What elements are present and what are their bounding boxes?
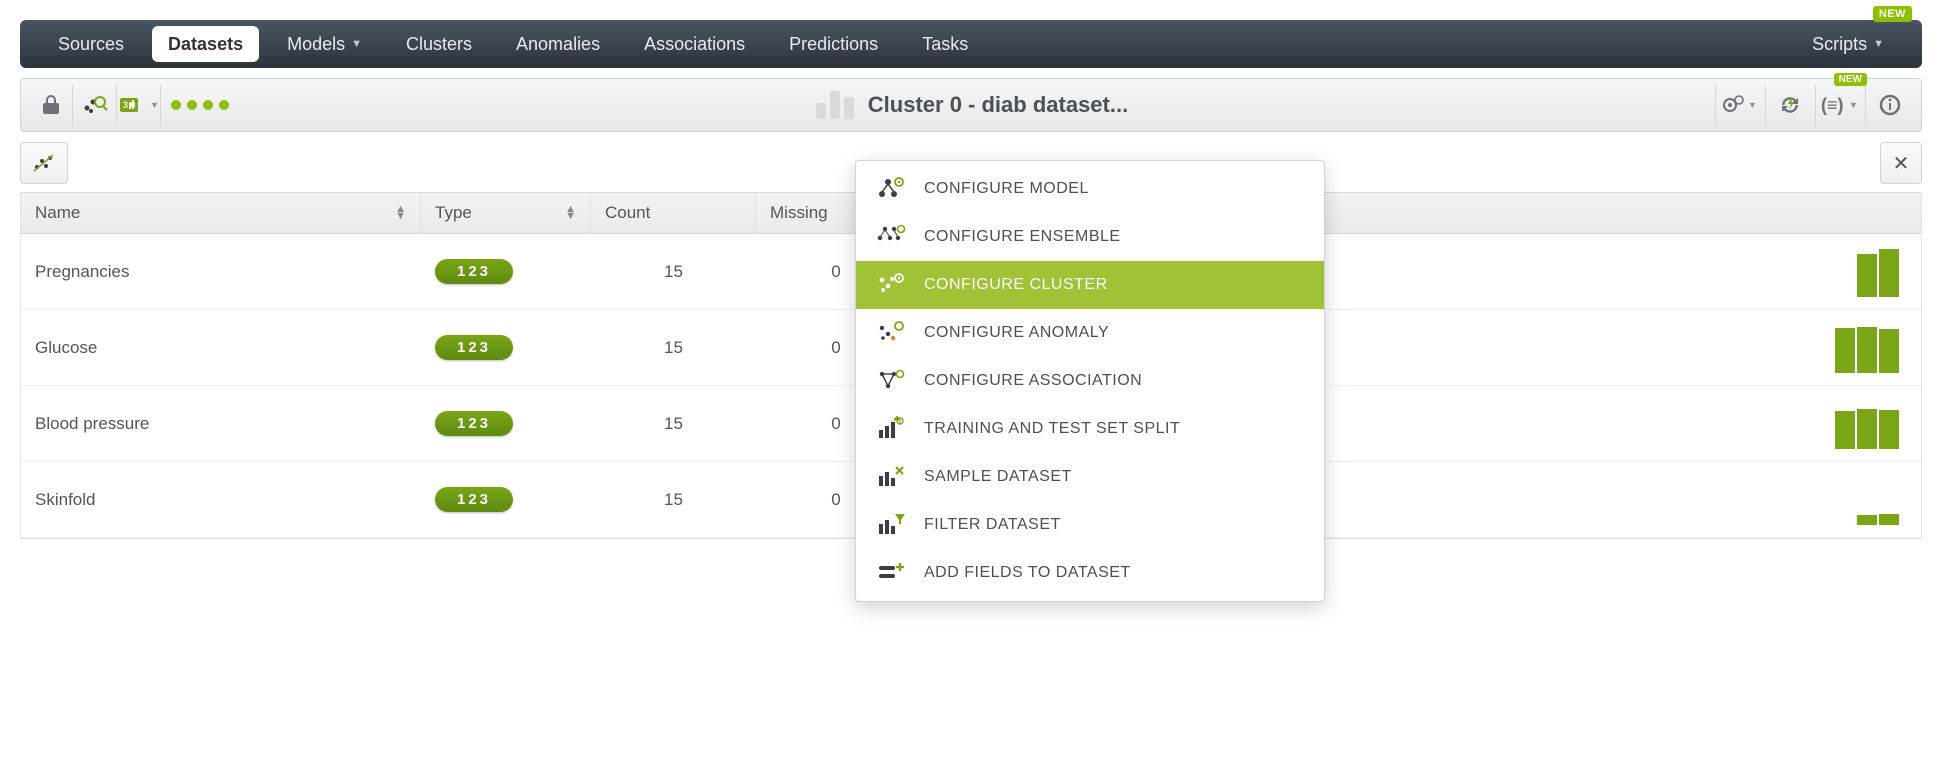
histogram-icon xyxy=(816,91,854,119)
configure-dropdown: CONFIGURE MODEL CONFIGURE ENSEMBLE CONFI… xyxy=(855,160,1325,602)
nav-tasks[interactable]: Tasks xyxy=(900,20,990,68)
column-name-label: Name xyxy=(35,203,80,223)
menu-item-addfields[interactable]: ADD FIELDS TO DATASET xyxy=(856,549,1324,597)
numeric-type-pill: 123 xyxy=(435,487,513,512)
menu-item-label: SAMPLE DATASET xyxy=(924,468,1072,486)
chevron-down-icon: ▼ xyxy=(150,100,159,110)
chevron-down-icon: ▼ xyxy=(1748,100,1757,110)
menu-item-label: TRAINING AND TEST SET SPLIT xyxy=(924,420,1180,438)
menu-item-anomaly[interactable]: CONFIGURE ANOMALY xyxy=(856,309,1324,357)
model-icon xyxy=(874,175,908,203)
menu-item-ensemble[interactable]: CONFIGURE ENSEMBLE xyxy=(856,213,1324,261)
column-type-label: Type xyxy=(435,203,472,223)
chevron-down-icon: ▼ xyxy=(351,38,362,50)
cell-type: 123 xyxy=(421,386,591,461)
info-button[interactable] xyxy=(1865,85,1913,125)
cell-name: Blood pressure xyxy=(21,386,421,461)
close-icon: ✕ xyxy=(1893,151,1910,176)
nav-predictions[interactable]: Predictions xyxy=(767,20,900,68)
numeric-type-pill: 123 xyxy=(435,335,513,360)
menu-item-label: CONFIGURE CLUSTER xyxy=(924,276,1108,294)
ensemble-icon xyxy=(874,223,908,251)
nav-models-label: Models xyxy=(287,34,345,55)
new-badge: NEW xyxy=(1873,6,1912,22)
cluster-view-button[interactable] xyxy=(73,85,117,125)
menu-item-label: CONFIGURE ENSEMBLE xyxy=(924,228,1121,246)
gears-icon xyxy=(1722,94,1746,116)
lock-icon xyxy=(41,94,61,116)
nav-sources[interactable]: Sources xyxy=(36,20,146,68)
chevron-down-icon: ▼ xyxy=(1873,38,1884,50)
scatter-icon xyxy=(31,151,57,175)
filter-icon xyxy=(874,511,908,539)
cell-name: Glucose xyxy=(21,310,421,385)
cell-count: 15 xyxy=(591,386,756,461)
menu-item-label: CONFIGURE MODEL xyxy=(924,180,1089,198)
sort-icon: ▲▼ xyxy=(565,206,576,220)
nav-scripts[interactable]: Scripts ▼ NEW xyxy=(1790,20,1906,68)
cell-count: 15 xyxy=(591,234,756,309)
parentheses-script-icon: (≡) xyxy=(1821,95,1847,115)
cell-name: Pregnancies xyxy=(21,234,421,309)
nav-clusters[interactable]: Clusters xyxy=(384,20,494,68)
column-count-label: Count xyxy=(605,203,650,223)
association-icon xyxy=(874,367,908,395)
split-icon xyxy=(874,415,908,443)
column-type[interactable]: Type ▲▼ xyxy=(421,193,591,233)
histogram-bars xyxy=(1835,323,1907,373)
refresh-button[interactable] xyxy=(1765,85,1813,125)
sort-icon: ▲▼ xyxy=(395,206,406,220)
menu-item-label: ADD FIELDS TO DATASET xyxy=(924,564,1131,582)
scatter-search-icon xyxy=(82,94,108,116)
histogram-bars xyxy=(1857,247,1907,297)
addfields-icon xyxy=(874,559,908,587)
histogram-bars xyxy=(1857,475,1907,525)
nav-datasets[interactable]: Datasets xyxy=(152,26,259,62)
nav-models[interactable]: Models ▼ xyxy=(265,20,384,68)
cell-type: 123 xyxy=(421,310,591,385)
histogram-bars xyxy=(1835,399,1907,449)
menu-item-model[interactable]: CONFIGURE MODEL xyxy=(856,165,1324,213)
nav-associations[interactable]: Associations xyxy=(622,20,767,68)
cell-count: 15 xyxy=(591,462,756,537)
page-title: Cluster 0 - diab dataset... xyxy=(868,92,1128,118)
top-nav: Sources Datasets Models ▼ Clusters Anoma… xyxy=(20,20,1922,68)
configure-menu-button[interactable]: ▼ xyxy=(1715,85,1763,125)
numeric-type-pill: 123 xyxy=(435,259,513,284)
scatterplot-button[interactable] xyxy=(20,142,68,184)
cell-type: 123 xyxy=(421,462,591,537)
column-name[interactable]: Name ▲▼ xyxy=(21,193,421,233)
histogram-gear-icon: 3 0 xyxy=(118,94,148,116)
cell-name: Skinfold xyxy=(21,462,421,537)
nav-anomalies[interactable]: Anomalies xyxy=(494,20,622,68)
sub-toolbar: 3 0 ▼ Cluster 0 - diab dataset... ▼ xyxy=(20,78,1922,132)
column-missing-label: Missing xyxy=(770,203,828,223)
menu-item-split[interactable]: TRAINING AND TEST SET SPLIT xyxy=(856,405,1324,453)
menu-item-sample[interactable]: SAMPLE DATASET xyxy=(856,453,1324,501)
svg-text:(≡): (≡) xyxy=(1821,95,1844,115)
info-icon xyxy=(1879,94,1901,116)
menu-item-label: CONFIGURE ASSOCIATION xyxy=(924,372,1142,390)
nav-scripts-label: Scripts xyxy=(1812,34,1867,55)
sample-icon xyxy=(874,463,908,491)
menu-item-cluster[interactable]: CONFIGURE CLUSTER xyxy=(856,261,1324,309)
anomaly-icon xyxy=(874,319,908,347)
column-count[interactable]: Count xyxy=(591,193,756,233)
script-button[interactable]: (≡) ▼ NEW xyxy=(1815,85,1863,125)
menu-item-label: CONFIGURE ANOMALY xyxy=(924,324,1109,342)
cell-type: 123 xyxy=(421,234,591,309)
chevron-down-icon: ▼ xyxy=(1849,100,1858,110)
status-dots xyxy=(171,100,229,110)
new-badge: NEW xyxy=(1834,73,1867,86)
numeric-type-pill: 123 xyxy=(435,411,513,436)
privacy-lock-button[interactable] xyxy=(29,85,73,125)
cell-count: 15 xyxy=(591,310,756,385)
menu-item-association[interactable]: CONFIGURE ASSOCIATION xyxy=(856,357,1324,405)
refresh-bolt-icon xyxy=(1778,94,1802,116)
menu-item-label: FILTER DATASET xyxy=(924,516,1061,534)
cluster-icon xyxy=(874,271,908,299)
clear-search-button[interactable]: ✕ xyxy=(1880,142,1922,184)
histogram-config-button[interactable]: 3 0 ▼ xyxy=(117,85,161,125)
menu-item-filter[interactable]: FILTER DATASET xyxy=(856,501,1324,549)
